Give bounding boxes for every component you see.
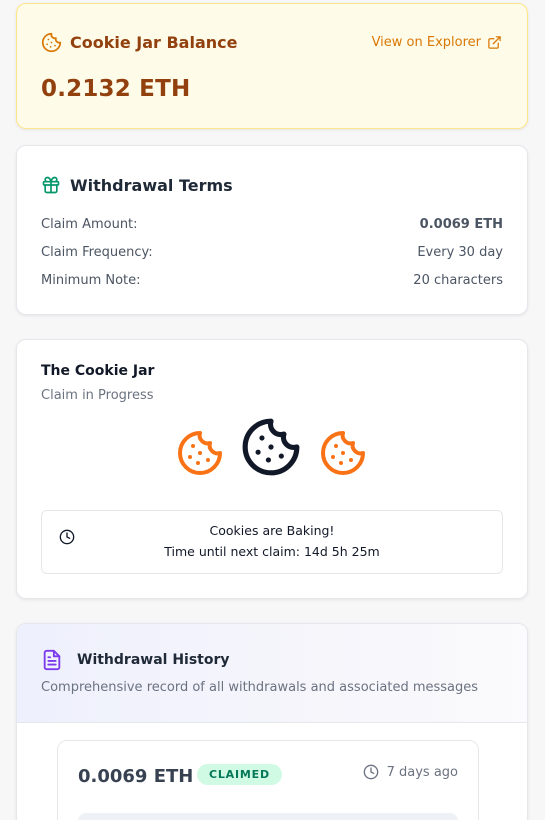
entry-time-text: 7 days ago — [386, 764, 458, 780]
term-label: Claim Frequency: — [41, 245, 153, 260]
terms-title: Withdrawal Terms — [41, 175, 233, 195]
baking-status-box: Cookies are Baking! Time until next clai… — [41, 510, 503, 574]
term-row-claim-frequency: Claim Frequency: Every 30 day — [41, 245, 503, 260]
entry-message-box — [78, 813, 458, 820]
entry-time: 7 days ago — [363, 764, 458, 780]
clock-icon — [363, 764, 378, 780]
term-row-minimum-note: Minimum Note: 20 characters — [41, 273, 503, 288]
term-value: Every 30 day — [417, 245, 503, 260]
term-row-claim-amount: Claim Amount: 0.0069 ETH — [41, 217, 503, 232]
balance-card: Cookie Jar Balance View on Explorer 0.21… — [16, 3, 528, 129]
withdrawal-history-card: Withdrawal History Comprehensive record … — [16, 623, 528, 820]
cookie-icon — [41, 32, 62, 53]
terms-title-text: Withdrawal Terms — [70, 175, 233, 195]
entry-amount: 0.0069 ETH — [78, 766, 194, 787]
file-text-icon — [43, 649, 61, 671]
history-title: Withdrawal History — [41, 648, 230, 672]
status-badge: CLAIMED — [197, 764, 282, 785]
balance-title-text: Cookie Jar Balance — [70, 33, 238, 52]
history-title-text: Withdrawal History — [77, 652, 230, 668]
jar-title: The Cookie Jar — [41, 363, 155, 379]
history-subtitle: Comprehensive record of all withdrawals … — [41, 680, 479, 695]
balance-title: Cookie Jar Balance — [41, 32, 237, 53]
jar-subtitle: Claim in Progress — [41, 388, 154, 403]
explorer-link-label[interactable]: View on Explorer — [372, 35, 481, 50]
term-value: 20 characters — [413, 273, 503, 288]
balance-amount: 0.2132 ETH — [41, 76, 191, 102]
history-header: Withdrawal History Comprehensive record … — [17, 624, 527, 723]
cookie-icon — [321, 431, 365, 475]
term-label: Claim Amount: — [41, 217, 138, 232]
external-link-icon[interactable] — [487, 35, 502, 50]
gift-icon — [42, 176, 60, 194]
withdrawal-terms-card: Withdrawal Terms Claim Amount: 0.0069 ET… — [16, 145, 528, 315]
cookie-animation — [17, 416, 527, 478]
cookie-icon — [178, 431, 222, 475]
term-label: Minimum Note: — [41, 273, 141, 288]
cookie-jar-card: The Cookie Jar Claim in Progress Cookies… — [16, 339, 528, 599]
withdrawal-entry[interactable]: 0.0069 ETH CLAIMED 7 days ago — [57, 740, 479, 820]
baking-status-text: Cookies are Baking! — [209, 523, 335, 538]
view-on-explorer-link[interactable]: View on Explorer — [372, 35, 502, 50]
cookie-icon — [242, 418, 300, 476]
term-value: 0.0069 ETH — [419, 217, 503, 232]
next-claim-countdown: Time until next claim: 14d 5h 25m — [164, 544, 380, 559]
